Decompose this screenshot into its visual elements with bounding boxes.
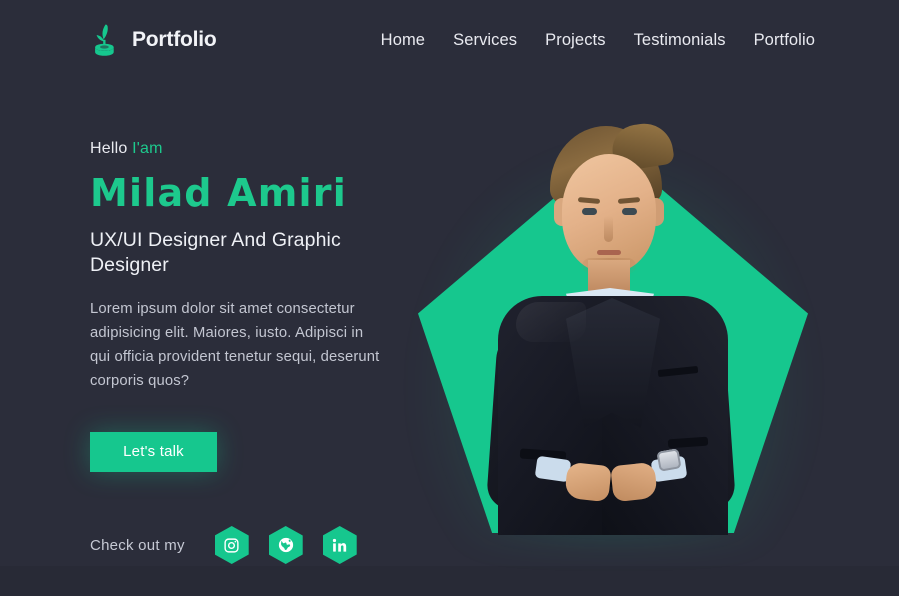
portfolio-landing-page: Portfolio Home Services Projects Testimo… (0, 0, 899, 596)
portrait-eye-right (622, 208, 637, 215)
brand-name: Portfolio (132, 28, 217, 51)
nav-item-portfolio[interactable]: Portfolio (754, 31, 815, 50)
brand-logo[interactable]: Portfolio (90, 22, 217, 58)
hero-greeting-prefix: Hello (90, 140, 133, 157)
social-row-label: Check out my (90, 536, 185, 554)
portrait-wristwatch (656, 448, 682, 472)
hero-description: Lorem ipsum dolor sit amet consectetur a… (90, 300, 380, 389)
page-bottom-band (0, 566, 899, 596)
social-link-instagram[interactable] (214, 526, 249, 564)
site-header: Portfolio Home Services Projects Testimo… (0, 0, 899, 80)
hero-role: UX/UI Designer And Graphic Designer (90, 228, 341, 276)
hero-greeting-accent: I'am (132, 140, 163, 157)
hero-name: Milad Amiri (90, 171, 347, 215)
nav-item-home[interactable]: Home (381, 31, 425, 50)
hero-text-block: Hello I'am Milad Amiri UX/UI Designer An… (90, 140, 410, 472)
sprout-stamp-icon (90, 22, 120, 58)
social-link-linkedin[interactable] (322, 526, 357, 564)
social-links-row: Check out my (90, 526, 357, 564)
portrait-mouth (597, 250, 621, 255)
social-icon-group (214, 526, 357, 564)
hero-portrait-area (410, 120, 820, 545)
hero-greeting: Hello I'am (90, 140, 410, 158)
globe-icon (277, 536, 295, 554)
nav-item-projects[interactable]: Projects (545, 31, 605, 50)
portrait-nose (604, 216, 613, 242)
portrait-eye-left (582, 208, 597, 215)
instagram-icon (223, 537, 240, 554)
portrait-shoulder-sheen (516, 302, 586, 342)
nav-item-services[interactable]: Services (453, 31, 517, 50)
nav-item-testimonials[interactable]: Testimonials (634, 31, 726, 50)
portrait-photo (462, 120, 752, 535)
portrait-hand-left (564, 461, 612, 503)
lets-talk-button[interactable]: Let's talk (90, 431, 217, 472)
main-nav: Home Services Projects Testimonials Port… (381, 31, 815, 50)
social-link-website[interactable] (268, 526, 303, 564)
linkedin-icon (331, 537, 348, 554)
